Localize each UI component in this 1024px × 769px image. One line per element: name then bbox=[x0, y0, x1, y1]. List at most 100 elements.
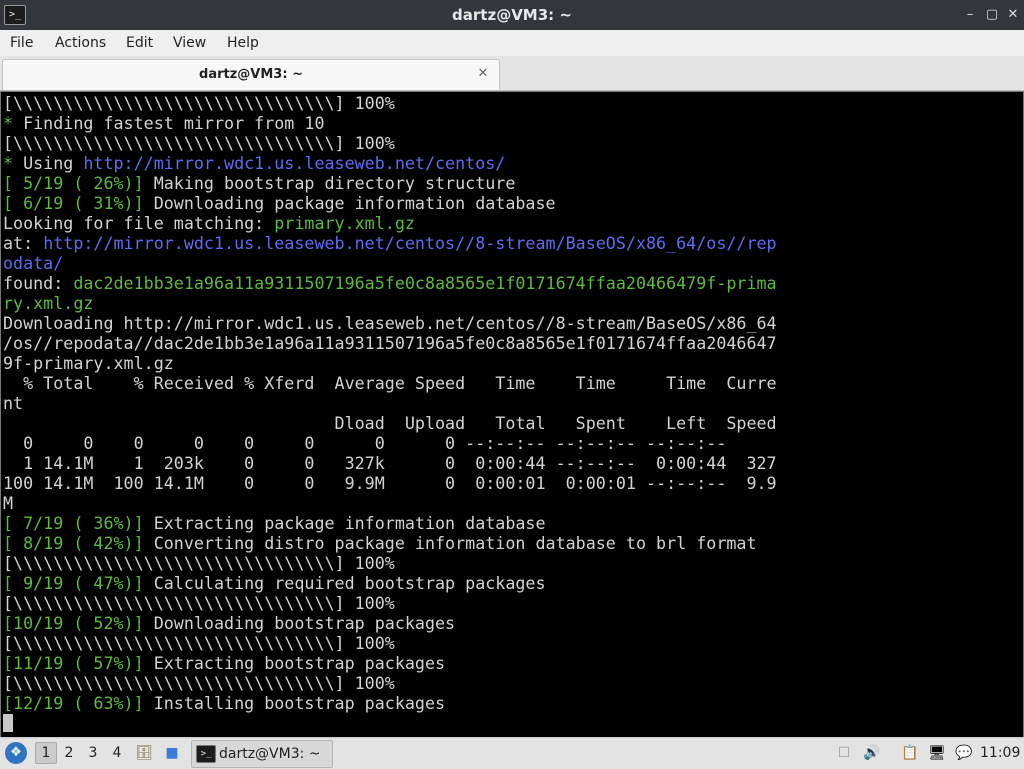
terminal-text: [11/19 ( 57%)] bbox=[3, 653, 154, 673]
terminal-text: Using bbox=[23, 153, 84, 173]
terminal-line: [ 9/19 ( 47%)] Calculating required boot… bbox=[3, 573, 1021, 593]
terminal-line: [ 5/19 ( 26%)] Making bootstrap director… bbox=[3, 173, 1021, 193]
terminal-line: [\\\\\\\\\\\\\\\\\\\\\\\\\\\\\\\\] 100% bbox=[3, 673, 1021, 693]
tab-terminal[interactable]: dartz@VM3: ~ ✕ bbox=[2, 59, 500, 90]
terminal-line: [11/19 ( 57%)] Extracting bootstrap pack… bbox=[3, 653, 1021, 673]
terminal-text: primary.xml.gz bbox=[274, 213, 415, 233]
terminal-text: Extracting package information database bbox=[153, 513, 546, 533]
menu-view[interactable]: View bbox=[173, 30, 206, 56]
volume-icon[interactable]: 🔊 bbox=[862, 743, 882, 763]
terminal-text: [12/19 ( 63%)] bbox=[3, 693, 154, 713]
tray-placeholder-icon[interactable]: ☐ bbox=[834, 743, 854, 763]
notification-icon[interactable]: 💬 bbox=[954, 743, 974, 763]
menu-bar: File Actions Edit View Help bbox=[0, 30, 1024, 57]
taskbar-terminal-button[interactable]: >_ dartz@VM3: ~ bbox=[191, 740, 333, 768]
terminal-text: 1 14.1M 1 203k 0 0 327k 0 0:00:44 --:--:… bbox=[3, 453, 777, 473]
terminal-text: [\\\\\\\\\\\\\\\\\\\\\\\\\\\\\\\\] 100% bbox=[3, 93, 395, 113]
title-bar: >_ dartz@VM3: ~ – ▢ ✕ bbox=[0, 0, 1024, 30]
terminal-text: [ 6/19 ( 31%)] bbox=[3, 193, 154, 213]
terminal-text: found: bbox=[3, 273, 74, 293]
terminal-line: 100 14.1M 100 14.1M 0 0 9.9M 0 0:00:01 0… bbox=[3, 473, 1021, 493]
terminal-line: [ 6/19 ( 31%)] Downloading package infor… bbox=[3, 193, 1021, 213]
terminal-text: Making bootstrap directory structure bbox=[153, 173, 516, 193]
taskbar: ❖ 1 2 3 4 🗄 ■ >_ dartz@VM3: ~ ☐ 🔊 📋 🖥 💬 … bbox=[0, 737, 1024, 769]
terminal-text: [\\\\\\\\\\\\\\\\\\\\\\\\\\\\\\\\] 100% bbox=[3, 553, 395, 573]
terminal-text: Extracting bootstrap packages bbox=[153, 653, 446, 673]
workspace-1[interactable]: 1 bbox=[35, 742, 57, 764]
terminal-cursor-line bbox=[3, 713, 1021, 733]
terminal-text: dac2de1bb3e1a96a11a9311507196a5fe0c8a856… bbox=[73, 273, 777, 293]
workspace-4[interactable]: 4 bbox=[107, 742, 127, 764]
workspace-3[interactable]: 3 bbox=[83, 742, 103, 764]
terminal-text: 9f-primary.xml.gz bbox=[3, 353, 174, 373]
terminal-line: * Finding fastest mirror from 10 bbox=[3, 113, 1021, 133]
file-manager-icon[interactable]: 🗄 bbox=[134, 743, 154, 763]
terminal-text: Dload Upload Total Spent Left Speed bbox=[3, 413, 777, 433]
terminal-line: M bbox=[3, 493, 1021, 513]
terminal-line: Looking for file matching: primary.xml.g… bbox=[3, 213, 1021, 233]
terminal-line: ry.xml.gz bbox=[3, 293, 1021, 313]
terminal-text: odata/ bbox=[3, 253, 64, 273]
terminal-text: /os//repodata//dac2de1bb3e1a96a11a931150… bbox=[3, 333, 777, 353]
window-title: dartz@VM3: ~ bbox=[452, 6, 572, 24]
terminal-line: * Using http://mirror.wdc1.us.leaseweb.n… bbox=[3, 153, 1021, 173]
menu-file[interactable]: File bbox=[10, 30, 33, 56]
terminal-text: M bbox=[3, 493, 14, 513]
terminal-text: [\\\\\\\\\\\\\\\\\\\\\\\\\\\\\\\\] 100% bbox=[3, 633, 395, 653]
terminal-text: Converting distro package information da… bbox=[153, 533, 757, 553]
terminal-line: [ 8/19 ( 42%)] Converting distro package… bbox=[3, 533, 1021, 553]
terminal-text: % Total % Received % Xferd Average Speed… bbox=[3, 373, 777, 393]
terminal-line: [\\\\\\\\\\\\\\\\\\\\\\\\\\\\\\\\] 100% bbox=[3, 133, 1021, 153]
terminal-line: % Total % Received % Xferd Average Speed… bbox=[3, 373, 1021, 393]
terminal-text: http://mirror.wdc1.us.leaseweb.net/cento… bbox=[83, 153, 506, 173]
terminal-line: /os//repodata//dac2de1bb3e1a96a11a931150… bbox=[3, 333, 1021, 353]
clock[interactable]: 11:09 bbox=[980, 738, 1020, 769]
show-desktop-icon[interactable]: ■ bbox=[162, 743, 182, 763]
terminal-line: Downloading http://mirror.wdc1.us.leasew… bbox=[3, 313, 1021, 333]
terminal-text: * bbox=[3, 113, 24, 133]
terminal-text: Downloading package information database bbox=[153, 193, 556, 213]
terminal-line: [ 7/19 ( 36%)] Extracting package inform… bbox=[3, 513, 1021, 533]
terminal-text: [ 9/19 ( 47%)] bbox=[3, 573, 154, 593]
terminal-text: Looking for file matching: bbox=[3, 213, 275, 233]
network-icon[interactable]: 🖥 bbox=[927, 743, 947, 763]
menu-help[interactable]: Help bbox=[227, 30, 259, 56]
start-menu-icon[interactable]: ❖ bbox=[5, 742, 27, 764]
terminal-line: 9f-primary.xml.gz bbox=[3, 353, 1021, 373]
terminal-lines: [\\\\\\\\\\\\\\\\\\\\\\\\\\\\\\\\] 100% *… bbox=[3, 93, 1021, 733]
maximize-icon[interactable]: ▢ bbox=[984, 7, 1000, 23]
menu-edit[interactable]: Edit bbox=[126, 30, 153, 56]
terminal-line: at: http://mirror.wdc1.us.leaseweb.net/c… bbox=[3, 233, 1021, 253]
terminal-text: nt bbox=[3, 393, 24, 413]
terminal-text: Downloading bootstrap packages bbox=[153, 613, 456, 633]
terminal-text: [ 5/19 ( 26%)] bbox=[3, 173, 154, 193]
terminal-cursor bbox=[3, 714, 13, 732]
terminal-text: [ 7/19 ( 36%)] bbox=[3, 513, 154, 533]
terminal-text: [ 8/19 ( 42%)] bbox=[3, 533, 154, 553]
terminal-text: Calculating required bootstrap packages bbox=[153, 573, 546, 593]
terminal-text: at: bbox=[3, 233, 44, 253]
terminal-text: Downloading http://mirror.wdc1.us.leasew… bbox=[3, 313, 777, 333]
terminal-line: [\\\\\\\\\\\\\\\\\\\\\\\\\\\\\\\\] 100% bbox=[3, 93, 1021, 113]
terminal-output[interactable]: [\\\\\\\\\\\\\\\\\\\\\\\\\\\\\\\\] 100% *… bbox=[0, 91, 1024, 738]
terminal-line: [10/19 ( 52%)] Downloading bootstrap pac… bbox=[3, 613, 1021, 633]
terminal-text: [\\\\\\\\\\\\\\\\\\\\\\\\\\\\\\\\] 100% bbox=[3, 673, 395, 693]
terminal-text: * bbox=[3, 153, 24, 173]
terminal-line: nt bbox=[3, 393, 1021, 413]
tab-label: dartz@VM3: ~ bbox=[199, 67, 303, 82]
terminal-line: [12/19 ( 63%)] Installing bootstrap pack… bbox=[3, 693, 1021, 713]
terminal-text: Finding fastest mirror from 10 bbox=[23, 113, 325, 133]
terminal-text: [10/19 ( 52%)] bbox=[3, 613, 154, 633]
terminal-text: 100 14.1M 100 14.1M 0 0 9.9M 0 0:00:01 0… bbox=[3, 473, 777, 493]
terminal-line: Dload Upload Total Spent Left Speed bbox=[3, 413, 1021, 433]
terminal-task-icon: >_ bbox=[196, 745, 216, 763]
close-icon[interactable]: ✕ bbox=[1005, 7, 1021, 23]
terminal-line: 1 14.1M 1 203k 0 0 327k 0 0:00:44 --:--:… bbox=[3, 453, 1021, 473]
tab-bar: dartz@VM3: ~ ✕ bbox=[0, 56, 1024, 91]
tab-close-icon[interactable]: ✕ bbox=[475, 66, 491, 82]
clipboard-icon[interactable]: 📋 bbox=[900, 743, 920, 763]
workspace-2[interactable]: 2 bbox=[59, 742, 79, 764]
terminal-line: odata/ bbox=[3, 253, 1021, 273]
minimize-icon[interactable]: – bbox=[962, 7, 978, 23]
menu-actions[interactable]: Actions bbox=[55, 30, 106, 56]
